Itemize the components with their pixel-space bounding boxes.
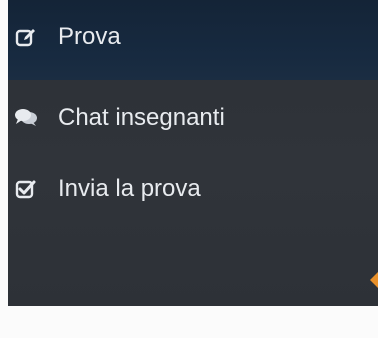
selection-marker: [370, 272, 378, 288]
bottom-edge: [0, 306, 378, 338]
sidebar-item-prova[interactable]: Prova: [8, 23, 121, 51]
chat-bubbles-icon: [14, 107, 38, 129]
sidebar-item-label: Prova: [58, 23, 121, 50]
checkbox-icon: [14, 178, 38, 200]
sidebar-panel: Prova Chat insegnanti Invia la prova: [8, 0, 378, 306]
edit-icon: [14, 26, 38, 48]
sidebar-item-label: Invia la prova: [58, 175, 201, 202]
sidebar-item-label: Chat insegnanti: [58, 104, 225, 131]
sidebar-item-invia-la-prova[interactable]: Invia la prova: [8, 175, 201, 203]
sidebar-item-chat-insegnanti[interactable]: Chat insegnanti: [8, 104, 225, 132]
